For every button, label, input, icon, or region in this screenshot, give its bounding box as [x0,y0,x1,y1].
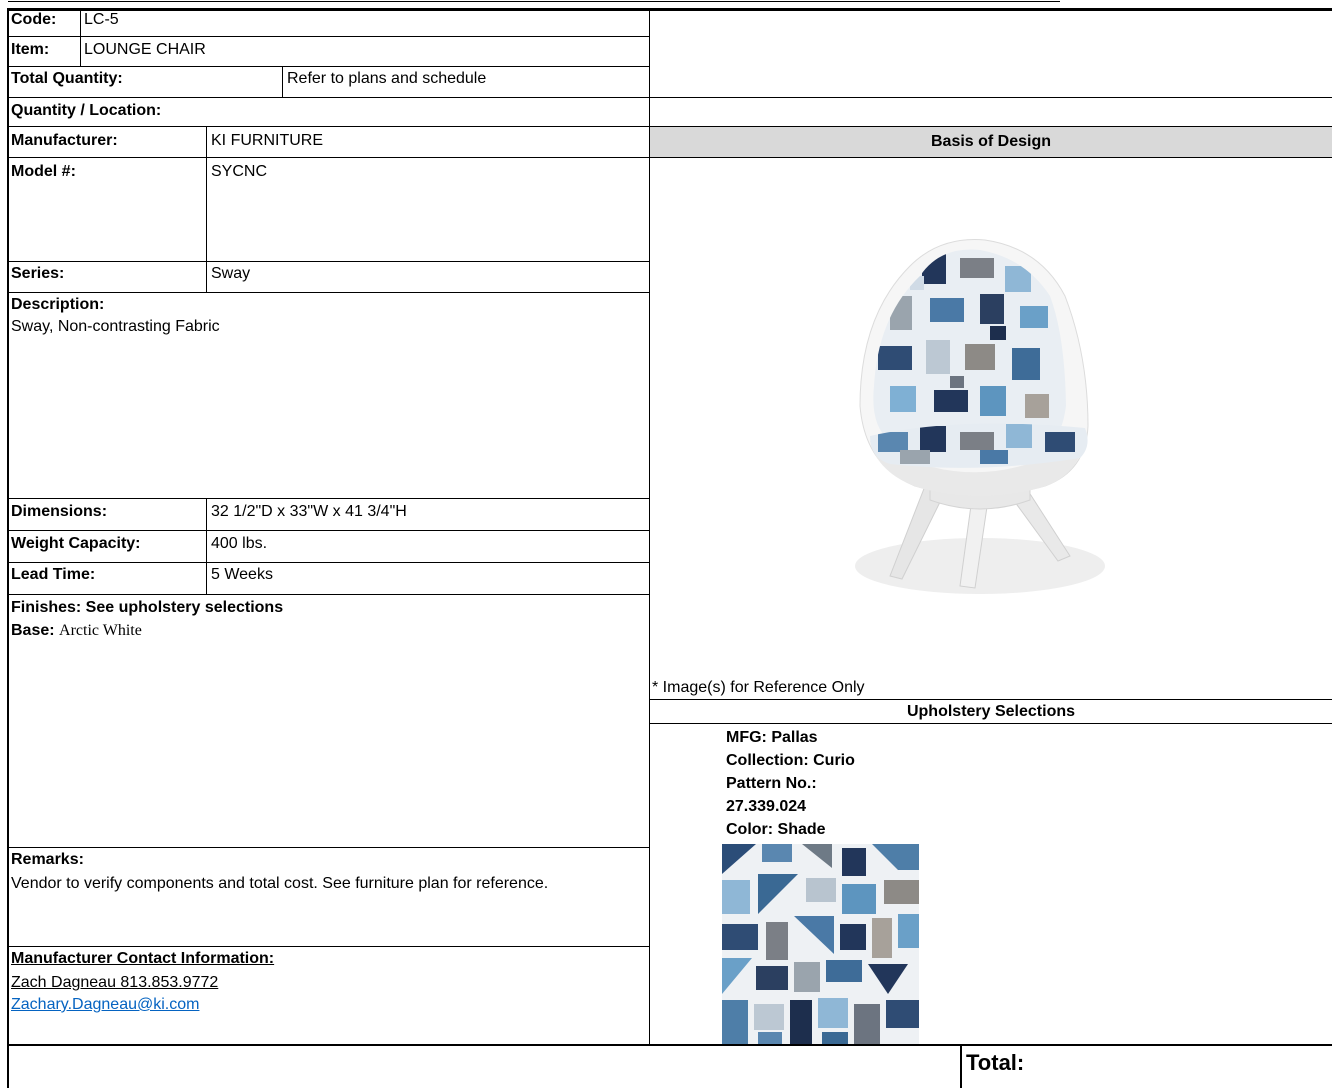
manufacturer-label: Manufacturer: [11,132,118,149]
description-value: Sway, Non-contrasting Fabric [11,318,220,335]
upholstery-color: Color: Shade [726,821,826,838]
upholstery-mfg: MFG: Pallas [726,729,818,746]
base-label: Base: [11,622,55,639]
dimensions-value: 32 1/2"D x 33"W x 41 3/4"H [211,503,407,520]
quantity-location-label: Quantity / Location: [11,102,162,119]
upholstery-pattern-number: 27.339.024 [726,798,807,815]
lounge-chair-photo [855,239,1105,594]
base-finish-row: Base: Arctic White [11,622,142,640]
finishes-heading: Finishes: See upholstery selections [11,599,284,616]
item-label: Item: [11,41,50,58]
contact-email-link[interactable]: Zachary.Dagneau@ki.com [11,996,199,1014]
lead-time-label: Lead Time: [11,566,96,583]
contact-name-phone: Zach Dagneau 813.853.9772 [11,974,219,991]
series-label: Series: [11,265,65,282]
model-value: SYCNC [211,163,268,180]
series-value: Sway [211,265,251,282]
total-label: Total: [966,1050,1025,1075]
upholstery-pattern-label: Pattern No.: [726,775,817,792]
weight-capacity-value: 400 lbs. [211,535,268,552]
item-value: LOUNGE CHAIR [84,41,206,58]
dimensions-label: Dimensions: [11,503,108,520]
model-label: Model #: [11,163,76,180]
fabric-swatch [722,844,919,1044]
weight-capacity-label: Weight Capacity: [11,535,141,552]
manufacturer-value: KI FURNITURE [211,132,323,149]
upholstery-collection: Collection: Curio [726,752,855,769]
image-reference-note: * Image(s) for Reference Only [652,679,865,696]
description-label: Description: [11,296,105,313]
total-quantity-value: Refer to plans and schedule [287,70,487,87]
code-value: LC-5 [84,11,119,28]
total-quantity-label: Total Quantity: [11,70,123,87]
remarks-label: Remarks: [11,851,84,868]
contact-heading: Manufacturer Contact Information: [11,950,275,967]
remarks-value: Vendor to verify components and total co… [11,875,549,892]
code-label: Code: [11,11,57,28]
base-value: Arctic White [59,622,142,639]
basis-of-design-header: Basis of Design [650,127,1332,157]
upholstery-header: Upholstery Selections [906,703,1076,720]
lead-time-value: 5 Weeks [211,566,273,583]
